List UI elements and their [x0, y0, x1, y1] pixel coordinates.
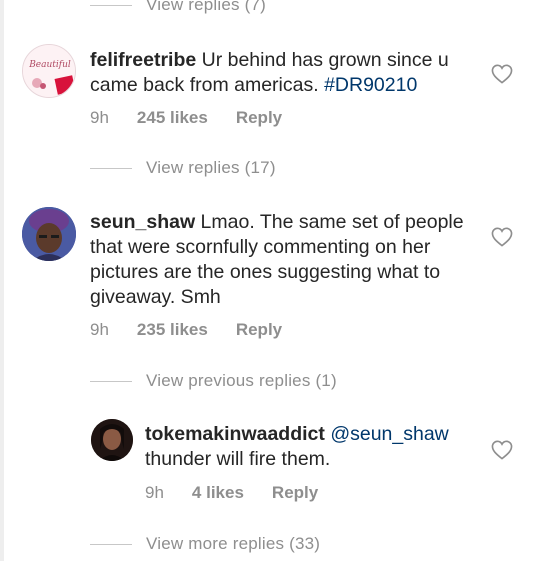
avatar-image — [91, 419, 133, 461]
view-replies-label: View replies (7) — [146, 0, 267, 14]
likes-count[interactable]: 245 likes — [137, 108, 208, 128]
reply-button[interactable]: Reply — [236, 108, 282, 128]
like-heart-icon[interactable] — [491, 227, 513, 247]
view-previous-replies-button[interactable]: View previous replies (1) — [90, 371, 337, 391]
reply-text: tokemakinwaaddict @seun_shaw thunder wil… — [145, 422, 485, 472]
reply-time: 9h — [145, 483, 164, 502]
left-edge — [0, 0, 4, 561]
comment-time: 9h — [90, 108, 109, 127]
avatar-image — [22, 207, 76, 261]
view-replies-button[interactable]: View replies (17) — [90, 158, 276, 178]
reply-button[interactable]: Reply — [236, 320, 282, 340]
reply-username[interactable]: tokemakinwaaddict — [145, 423, 325, 445]
likes-count[interactable]: 4 likes — [192, 483, 244, 503]
like-heart-icon[interactable] — [491, 64, 513, 84]
view-previous-label: View previous replies (1) — [146, 371, 337, 390]
avatar-image: Beautiful — [23, 45, 75, 97]
avatar[interactable]: Beautiful — [22, 44, 76, 98]
view-replies-button[interactable]: View replies (7) — [90, 0, 266, 15]
comment-meta: 9h 235 likes Reply — [90, 320, 310, 340]
likes-count[interactable]: 235 likes — [137, 320, 208, 340]
avatar[interactable] — [22, 207, 76, 261]
view-more-label: View more replies (33) — [146, 534, 321, 553]
avatar[interactable] — [91, 419, 133, 461]
view-replies-label: View replies (17) — [146, 158, 276, 177]
comment-username[interactable]: seun_shaw — [90, 211, 195, 233]
reply-button[interactable]: Reply — [272, 483, 318, 503]
divider-line — [90, 543, 132, 545]
view-more-replies-button[interactable]: View more replies (33) — [90, 534, 320, 554]
like-heart-icon[interactable] — [491, 440, 513, 460]
hashtag-link[interactable]: #DR90210 — [324, 74, 417, 96]
divider-line — [90, 4, 132, 6]
reply-meta: 9h 4 likes Reply — [145, 483, 346, 503]
comment-time: 9h — [90, 320, 109, 339]
divider-line — [90, 167, 132, 169]
svg-text:Beautiful: Beautiful — [28, 60, 71, 70]
reply-body: thunder will fire them. — [145, 448, 331, 470]
comment-text: seun_shaw Lmao. The same set of people t… — [90, 210, 480, 310]
comment-meta: 9h 245 likes Reply — [90, 108, 310, 128]
comment-text: felifreetribe Ur behind has grown since … — [90, 48, 480, 98]
mention-link[interactable]: @seun_shaw — [330, 423, 448, 445]
comment-username[interactable]: felifreetribe — [90, 49, 196, 71]
divider-line — [90, 380, 132, 382]
